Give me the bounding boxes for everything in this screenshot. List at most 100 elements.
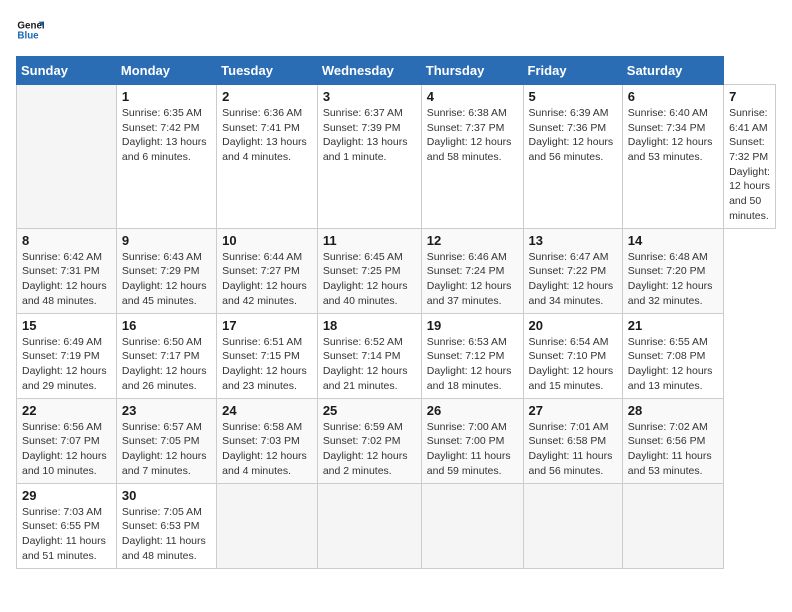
- day-info: Sunrise: 6:46 AM Sunset: 7:24 PM Dayligh…: [427, 250, 518, 309]
- day-info: Sunrise: 7:02 AM Sunset: 6:56 PM Dayligh…: [628, 420, 718, 479]
- day-number: 15: [22, 318, 111, 333]
- day-number: 7: [729, 89, 770, 104]
- calendar-cell: 9 Sunrise: 6:43 AM Sunset: 7:29 PM Dayli…: [116, 228, 216, 313]
- calendar-cell: 30 Sunrise: 7:05 AM Sunset: 6:53 PM Dayl…: [116, 483, 216, 568]
- day-info: Sunrise: 6:41 AM Sunset: 7:32 PM Dayligh…: [729, 106, 770, 224]
- day-info: Sunrise: 6:54 AM Sunset: 7:10 PM Dayligh…: [529, 335, 617, 394]
- calendar-cell: 3 Sunrise: 6:37 AM Sunset: 7:39 PM Dayli…: [317, 85, 421, 229]
- calendar-cell: 13 Sunrise: 6:47 AM Sunset: 7:22 PM Dayl…: [523, 228, 622, 313]
- calendar-cell: 29 Sunrise: 7:03 AM Sunset: 6:55 PM Dayl…: [17, 483, 117, 568]
- calendar-cell: 28 Sunrise: 7:02 AM Sunset: 6:56 PM Dayl…: [622, 398, 723, 483]
- day-info: Sunrise: 6:45 AM Sunset: 7:25 PM Dayligh…: [323, 250, 416, 309]
- calendar-cell: 2 Sunrise: 6:36 AM Sunset: 7:41 PM Dayli…: [217, 85, 318, 229]
- weekday-header-saturday: Saturday: [622, 57, 723, 85]
- day-number: 21: [628, 318, 718, 333]
- calendar-cell: 25 Sunrise: 6:59 AM Sunset: 7:02 PM Dayl…: [317, 398, 421, 483]
- day-number: 25: [323, 403, 416, 418]
- day-info: Sunrise: 6:53 AM Sunset: 7:12 PM Dayligh…: [427, 335, 518, 394]
- day-info: Sunrise: 6:38 AM Sunset: 7:37 PM Dayligh…: [427, 106, 518, 165]
- calendar-cell: [217, 483, 318, 568]
- calendar-cell: 11 Sunrise: 6:45 AM Sunset: 7:25 PM Dayl…: [317, 228, 421, 313]
- day-info: Sunrise: 6:51 AM Sunset: 7:15 PM Dayligh…: [222, 335, 312, 394]
- calendar-cell: 1 Sunrise: 6:35 AM Sunset: 7:42 PM Dayli…: [116, 85, 216, 229]
- calendar-cell: 18 Sunrise: 6:52 AM Sunset: 7:14 PM Dayl…: [317, 313, 421, 398]
- day-info: Sunrise: 6:58 AM Sunset: 7:03 PM Dayligh…: [222, 420, 312, 479]
- calendar-cell: 22 Sunrise: 6:56 AM Sunset: 7:07 PM Dayl…: [17, 398, 117, 483]
- calendar-cell: 16 Sunrise: 6:50 AM Sunset: 7:17 PM Dayl…: [116, 313, 216, 398]
- calendar-cell: 12 Sunrise: 6:46 AM Sunset: 7:24 PM Dayl…: [421, 228, 523, 313]
- calendar-cell: 24 Sunrise: 6:58 AM Sunset: 7:03 PM Dayl…: [217, 398, 318, 483]
- day-info: Sunrise: 6:52 AM Sunset: 7:14 PM Dayligh…: [323, 335, 416, 394]
- day-info: Sunrise: 6:50 AM Sunset: 7:17 PM Dayligh…: [122, 335, 211, 394]
- day-info: Sunrise: 7:01 AM Sunset: 6:58 PM Dayligh…: [529, 420, 617, 479]
- day-info: Sunrise: 6:35 AM Sunset: 7:42 PM Dayligh…: [122, 106, 211, 165]
- weekday-header-wednesday: Wednesday: [317, 57, 421, 85]
- day-number: 14: [628, 233, 718, 248]
- day-info: Sunrise: 6:48 AM Sunset: 7:20 PM Dayligh…: [628, 250, 718, 309]
- calendar-cell: 14 Sunrise: 6:48 AM Sunset: 7:20 PM Dayl…: [622, 228, 723, 313]
- day-number: 6: [628, 89, 718, 104]
- weekday-header-monday: Monday: [116, 57, 216, 85]
- day-number: 10: [222, 233, 312, 248]
- day-info: Sunrise: 6:42 AM Sunset: 7:31 PM Dayligh…: [22, 250, 111, 309]
- day-info: Sunrise: 6:47 AM Sunset: 7:22 PM Dayligh…: [529, 250, 617, 309]
- calendar-cell: [622, 483, 723, 568]
- day-number: 28: [628, 403, 718, 418]
- day-info: Sunrise: 7:00 AM Sunset: 7:00 PM Dayligh…: [427, 420, 518, 479]
- day-number: 4: [427, 89, 518, 104]
- weekday-header-sunday: Sunday: [17, 57, 117, 85]
- calendar-cell: 20 Sunrise: 6:54 AM Sunset: 7:10 PM Dayl…: [523, 313, 622, 398]
- day-info: Sunrise: 6:56 AM Sunset: 7:07 PM Dayligh…: [22, 420, 111, 479]
- day-info: Sunrise: 6:40 AM Sunset: 7:34 PM Dayligh…: [628, 106, 718, 165]
- calendar-cell: 21 Sunrise: 6:55 AM Sunset: 7:08 PM Dayl…: [622, 313, 723, 398]
- weekday-header-friday: Friday: [523, 57, 622, 85]
- calendar-cell: [523, 483, 622, 568]
- calendar-cell: 27 Sunrise: 7:01 AM Sunset: 6:58 PM Dayl…: [523, 398, 622, 483]
- day-number: 13: [529, 233, 617, 248]
- day-number: 19: [427, 318, 518, 333]
- day-number: 26: [427, 403, 518, 418]
- day-number: 29: [22, 488, 111, 503]
- day-number: 3: [323, 89, 416, 104]
- day-number: 18: [323, 318, 416, 333]
- day-info: Sunrise: 6:43 AM Sunset: 7:29 PM Dayligh…: [122, 250, 211, 309]
- weekday-header-tuesday: Tuesday: [217, 57, 318, 85]
- calendar-cell: 15 Sunrise: 6:49 AM Sunset: 7:19 PM Dayl…: [17, 313, 117, 398]
- calendar-cell: 8 Sunrise: 6:42 AM Sunset: 7:31 PM Dayli…: [17, 228, 117, 313]
- logo-icon: General Blue: [16, 16, 44, 44]
- day-number: 20: [529, 318, 617, 333]
- day-number: 16: [122, 318, 211, 333]
- day-number: 11: [323, 233, 416, 248]
- day-number: 30: [122, 488, 211, 503]
- calendar-cell: [317, 483, 421, 568]
- calendar-cell: 10 Sunrise: 6:44 AM Sunset: 7:27 PM Dayl…: [217, 228, 318, 313]
- day-number: 24: [222, 403, 312, 418]
- day-number: 27: [529, 403, 617, 418]
- day-number: 17: [222, 318, 312, 333]
- day-info: Sunrise: 6:57 AM Sunset: 7:05 PM Dayligh…: [122, 420, 211, 479]
- day-info: Sunrise: 6:37 AM Sunset: 7:39 PM Dayligh…: [323, 106, 416, 165]
- day-info: Sunrise: 6:39 AM Sunset: 7:36 PM Dayligh…: [529, 106, 617, 165]
- calendar-cell: 4 Sunrise: 6:38 AM Sunset: 7:37 PM Dayli…: [421, 85, 523, 229]
- calendar-cell: 19 Sunrise: 6:53 AM Sunset: 7:12 PM Dayl…: [421, 313, 523, 398]
- calendar-cell: 26 Sunrise: 7:00 AM Sunset: 7:00 PM Dayl…: [421, 398, 523, 483]
- logo: General Blue: [16, 16, 48, 44]
- day-number: 8: [22, 233, 111, 248]
- day-number: 5: [529, 89, 617, 104]
- day-number: 23: [122, 403, 211, 418]
- calendar-cell: 6 Sunrise: 6:40 AM Sunset: 7:34 PM Dayli…: [622, 85, 723, 229]
- day-info: Sunrise: 7:05 AM Sunset: 6:53 PM Dayligh…: [122, 505, 211, 564]
- day-number: 12: [427, 233, 518, 248]
- calendar-cell: 23 Sunrise: 6:57 AM Sunset: 7:05 PM Dayl…: [116, 398, 216, 483]
- calendar-cell: 17 Sunrise: 6:51 AM Sunset: 7:15 PM Dayl…: [217, 313, 318, 398]
- day-info: Sunrise: 7:03 AM Sunset: 6:55 PM Dayligh…: [22, 505, 111, 564]
- day-number: 2: [222, 89, 312, 104]
- weekday-header-thursday: Thursday: [421, 57, 523, 85]
- calendar-cell: [17, 85, 117, 229]
- calendar-cell: [421, 483, 523, 568]
- day-info: Sunrise: 6:36 AM Sunset: 7:41 PM Dayligh…: [222, 106, 312, 165]
- day-number: 22: [22, 403, 111, 418]
- day-number: 9: [122, 233, 211, 248]
- day-info: Sunrise: 6:44 AM Sunset: 7:27 PM Dayligh…: [222, 250, 312, 309]
- day-info: Sunrise: 6:55 AM Sunset: 7:08 PM Dayligh…: [628, 335, 718, 394]
